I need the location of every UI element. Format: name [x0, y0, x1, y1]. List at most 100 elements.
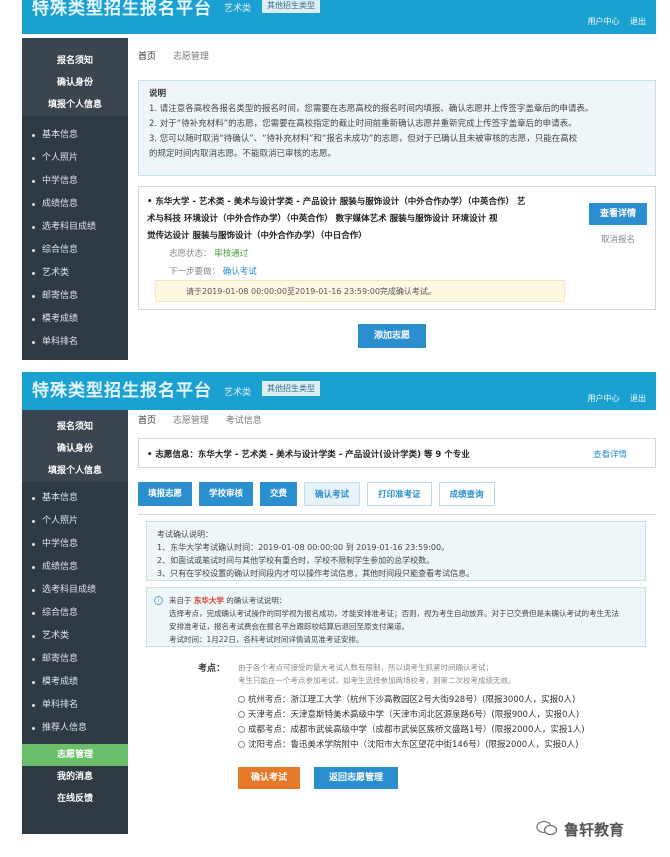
school-instructions-line: 考试时间：1月22日，各科考试时间详情请见准考证安排。 [169, 635, 364, 644]
user-center-link[interactable]: 用户中心 [587, 394, 619, 403]
sidebar-section-feedback[interactable]: 在线反馈 [22, 788, 128, 810]
watermark-text: 鲁轩教育 [564, 821, 625, 839]
status-badge: 审核通过 [214, 249, 249, 259]
instructions-title: 说明 [149, 89, 167, 99]
sidebar-sections: 报名须知 确认身份 填报个人信息 [22, 410, 128, 482]
sidebar-section-notice[interactable]: 报名须知 [22, 50, 128, 72]
sidebar-item-mailing[interactable]: 邮寄信息 [22, 285, 128, 308]
sidebar-item-scores[interactable]: 成绩信息 [22, 193, 128, 216]
confirm-instructions-line: 3、只有在学校设置的确认时间段内才可以操作考试信息，其他时间段只能查看考试信息。 [157, 569, 475, 578]
exam-site-text: 成都考点：成都市武侯高级中学（成都市武侯区簇桥文盛路1号）(限报2000人，实报… [248, 725, 585, 735]
wechat-icon [536, 820, 558, 836]
confirm-exam-button[interactable]: 确认考试 [238, 767, 300, 789]
sidebar-item-arts[interactable]: 艺术类 [22, 625, 128, 648]
breadcrumb-home[interactable]: 首页 [138, 52, 156, 62]
recruit-type-chip[interactable]: 其他招生类型 [262, 381, 320, 396]
radio-icon[interactable] [238, 726, 245, 733]
application-title-line: 觉传达设计 服装与服饰设计（中外合作办学）（中日合作） [147, 231, 367, 241]
breadcrumb: 首页 志愿管理 [138, 46, 656, 68]
instructions-line: 3. 您可以随时取消“待确认”、“待补充材料”和“报名未成功”的志愿，但对于已确… [149, 134, 578, 144]
sidebar-item-school-info[interactable]: 中学信息 [22, 533, 128, 556]
application-title-line: • 东华大学 - 艺术类 - 美术与设计学类 - 产品设计 服装与服饰设计（中外… [147, 197, 526, 207]
sidebar-item-mock-exam[interactable]: 模考成绩 [22, 308, 128, 331]
top-header: 特殊类型招生报名平台 艺术类 其他招生类型 用户中心 退出 [22, 0, 656, 34]
breadcrumb-volunteer[interactable]: 志愿管理 [173, 52, 209, 62]
school-instructions-prefix: 来自于 [169, 596, 192, 605]
instructions-line: 1. 请注意各高校各报名类型的报名时间，您需要在志愿高校的报名时间内填报、确认志… [149, 104, 594, 114]
exam-site-option-tianjin[interactable]: 天津考点：天津意斯特美术高级中学（天津市河北区源泉路6号）(限报900人，实报0… [238, 708, 648, 723]
main-content: 首页 志愿管理 考试信息 • 志愿信息：东华大学 - 艺术类 - 美术与设计学类… [138, 410, 656, 834]
radio-icon[interactable] [238, 741, 245, 748]
main-content: 首页 志愿管理 说明 1. 请注意各高校各报名类型的报名时间，您需要在志愿高校的… [138, 46, 656, 348]
sidebar-item-arts[interactable]: 艺术类 [22, 262, 128, 285]
sidebar: 报名须知 确认身份 填报个人信息 基本信息 个人照片 中学信息 成绩信息 选考科… [22, 38, 128, 360]
user-links: 用户中心 退出 [579, 393, 646, 404]
user-center-link[interactable]: 用户中心 [587, 17, 619, 26]
tab-confirm-exam[interactable]: 确认考试 [304, 482, 361, 506]
sidebar-item-mock-exam[interactable]: 模考成绩 [22, 671, 128, 694]
cancel-application-button[interactable]: 取消报名 [589, 233, 647, 245]
volunteer-summary: • 志愿信息：东华大学 - 艺术类 - 美术与设计学类 - 产品设计(设计学类)… [138, 438, 656, 468]
exam-site-option-shenyang[interactable]: 沈阳考点：鲁迅美术学院附中（沈阳市大东区望花中街146号）(限报2000人，实报… [238, 738, 648, 753]
exam-site-text: 沈阳考点：鲁迅美术学院附中（沈阳市大东区望花中街146号）(限报2000人，实报… [248, 740, 579, 750]
next-step-link[interactable]: 确认考试 [223, 267, 257, 277]
sidebar-item-elective-scores[interactable]: 选考科目成绩 [22, 216, 128, 239]
add-volunteer-button[interactable]: 添加志愿 [358, 324, 426, 348]
sidebar-item-photo[interactable]: 个人照片 [22, 147, 128, 170]
recruit-type-chip[interactable]: 其他招生类型 [262, 0, 320, 13]
exam-site-text: 天津考点：天津意斯特美术高级中学（天津市河北区源泉路6号）(限报900人，实报0… [248, 710, 580, 720]
sidebar-item-elective-scores[interactable]: 选考科目成绩 [22, 579, 128, 602]
confirm-instructions-line: 1、东华大学考试确认时间：2019-01-08 00:00:00 到 2019-… [157, 543, 450, 552]
sidebar-item-referee[interactable]: 推荐人信息 [22, 717, 128, 740]
sidebar-item-school-info[interactable]: 中学信息 [22, 170, 128, 193]
sidebar-section-personal-info[interactable]: 填报个人信息 [22, 460, 128, 482]
sidebar-section-identity[interactable]: 确认身份 [22, 72, 128, 94]
exam-site-hint: 由于各个考点可接受的最大考试人数有限制，所以请考生抓紧时间确认考试； 考生只能在… [238, 661, 516, 687]
status-row: 志愿状态： 审核通过 [169, 247, 248, 259]
exam-site-option-hangzhou[interactable]: 杭州考点：浙江理工大学（杭州下沙高教园区2号大街928号）(限报3000人，实报… [238, 693, 648, 708]
breadcrumb-volunteer[interactable]: 志愿管理 [173, 416, 209, 426]
tab-score-query[interactable]: 成绩查询 [438, 482, 495, 506]
sidebar-section-personal-info[interactable]: 填报个人信息 [22, 94, 128, 116]
sidebar-section-volunteer-management[interactable]: 志愿管理 [22, 744, 128, 766]
application-card: • 东华大学 - 艺术类 - 美术与设计学类 - 产品设计 服装与服饰设计（中外… [138, 186, 656, 310]
breadcrumb-home[interactable]: 首页 [138, 416, 156, 426]
sidebar-item-subject-rank[interactable]: 单科排名 [22, 331, 128, 354]
breadcrumb-exam-info[interactable]: 考试信息 [226, 416, 262, 426]
exam-site-hint-line: 考生只能在一个考点参加考试，如考生选择参加两场校考，则第二次校考成绩无效。 [238, 676, 516, 685]
tab-school-review[interactable]: 学校审核 [199, 482, 254, 506]
sidebar-item-scores[interactable]: 成绩信息 [22, 556, 128, 579]
exam-site-text: 杭州考点：浙江理工大学（杭州下沙高教园区2号大街928号）(限报3000人，实报… [248, 695, 576, 705]
sidebar-item-photo[interactable]: 个人照片 [22, 510, 128, 533]
sidebar-item-general-info[interactable]: 综合信息 [22, 602, 128, 625]
screenshot-volunteer-list: 特殊类型招生报名平台 艺术类 其他招生类型 用户中心 退出 报名须知 确认身份 … [22, 0, 656, 360]
sidebar-sections: 报名须知 确认身份 填报个人信息 [22, 38, 128, 116]
radio-icon[interactable] [238, 696, 245, 703]
confirm-instructions: 考试确认说明： 1、东华大学考试确认时间：2019-01-08 00:00:00… [146, 521, 646, 581]
sidebar-item-general-info[interactable]: 综合信息 [22, 239, 128, 262]
process-tabs: 填报志愿 学校审核 交费 确认考试 打印准考证 成绩查询 [138, 482, 656, 506]
tab-payment[interactable]: 交费 [260, 482, 298, 506]
summary-details-link[interactable]: 查看详情 [593, 448, 627, 460]
radio-icon[interactable] [238, 711, 245, 718]
watermark: 鲁轩教育 [536, 818, 652, 840]
view-details-button[interactable]: 查看详情 [589, 203, 647, 225]
deadline-notice: 请于2019-01-08 00:00:00至2019-01-16 23:59:0… [155, 280, 565, 302]
back-to-volunteer-button[interactable]: 返回志愿管理 [314, 767, 398, 789]
sidebar-section-identity[interactable]: 确认身份 [22, 438, 128, 460]
exam-site-option-chengdu[interactable]: 成都考点：成都市武侯高级中学（成都市武侯区簇桥文盛路1号）(限报2000人，实报… [238, 723, 648, 738]
tab-print-admission[interactable]: 打印准考证 [367, 482, 432, 506]
confirm-instructions-line: 2、如面试或笔试时间与其他学校有重合时，学校不限制学生参加的总学校数。 [157, 556, 435, 565]
sidebar: 报名须知 确认身份 填报个人信息 基本信息 个人照片 中学信息 成绩信息 选考科… [22, 410, 128, 834]
sidebar-item-basic-info[interactable]: 基本信息 [22, 487, 128, 510]
status-label: 志愿状态： [169, 249, 212, 259]
sidebar-section-notice[interactable]: 报名须知 [22, 416, 128, 438]
sidebar-item-subject-rank[interactable]: 单科排名 [22, 694, 128, 717]
app-title: 特殊类型招生报名平台 [32, 381, 212, 401]
sidebar-section-messages[interactable]: 我的消息 [22, 766, 128, 788]
logout-link[interactable]: 退出 [630, 17, 646, 26]
sidebar-item-mailing[interactable]: 邮寄信息 [22, 648, 128, 671]
tab-fill-volunteer[interactable]: 填报志愿 [138, 482, 193, 506]
logout-link[interactable]: 退出 [630, 394, 646, 403]
sidebar-item-basic-info[interactable]: 基本信息 [22, 124, 128, 147]
